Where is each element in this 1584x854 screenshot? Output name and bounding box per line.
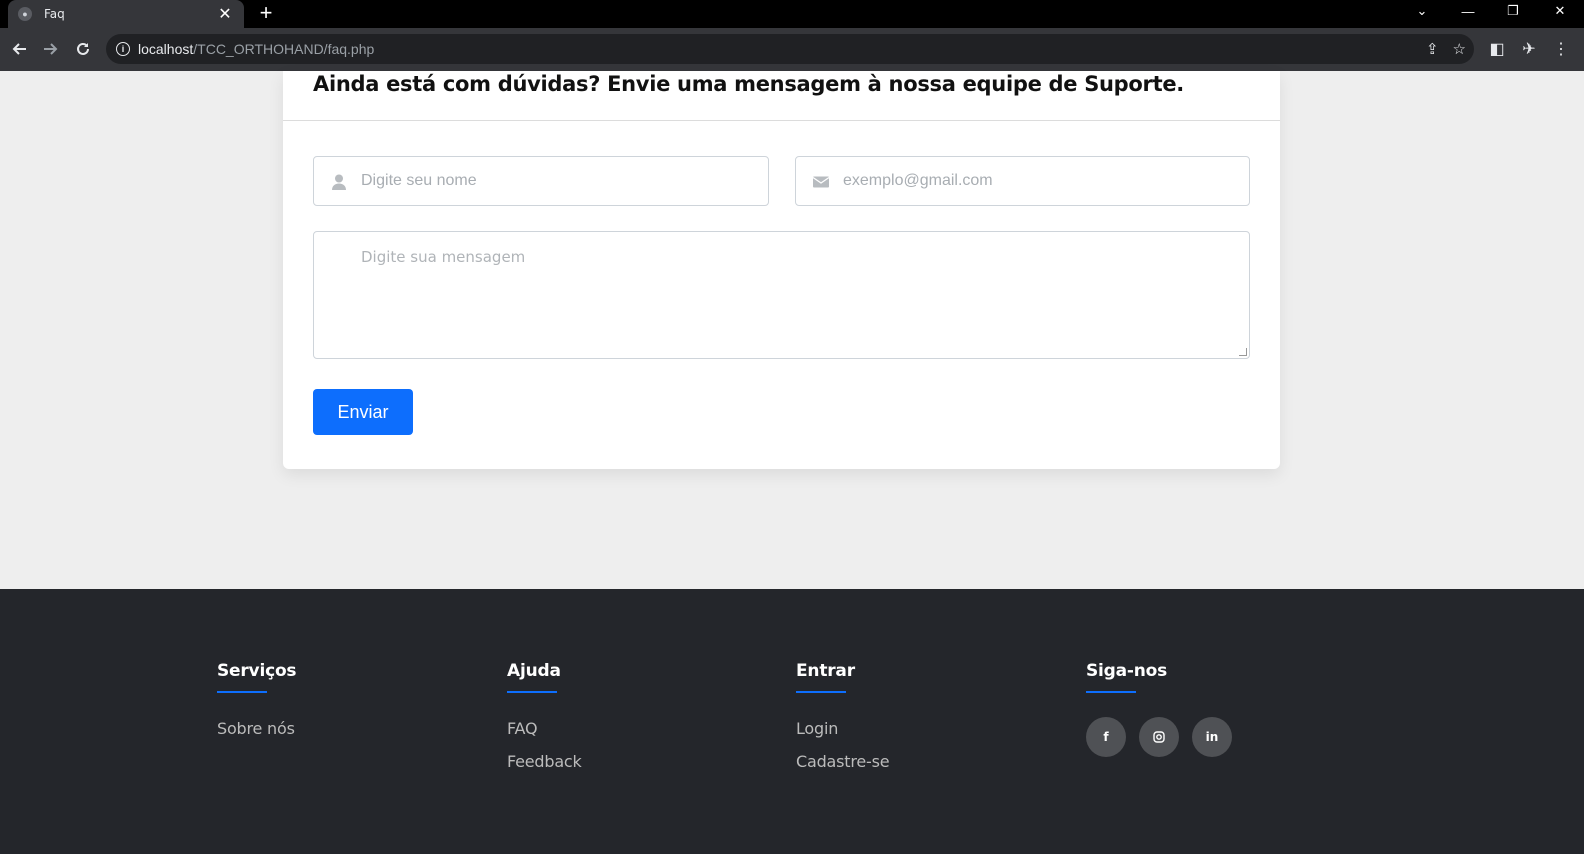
close-window-icon[interactable]: ✕ (1545, 0, 1575, 22)
new-tab-icon[interactable]: + (254, 1, 278, 25)
extension-icon[interactable]: ✈ (1518, 36, 1540, 62)
back-icon[interactable] (6, 36, 32, 62)
minimize-icon[interactable]: — (1453, 0, 1483, 22)
tab-search-icon[interactable]: ⌄ (1407, 0, 1437, 22)
browser-tabbar: ● Faq ✕ + ⌄ — ❐ ✕ (0, 0, 1584, 28)
heading-underline (796, 691, 846, 693)
social-links: f in (1086, 717, 1232, 757)
contact-title: Ainda está com dúvidas? Envie uma mensag… (313, 72, 1184, 96)
instagram-icon[interactable] (1139, 717, 1179, 757)
email-field[interactable] (795, 156, 1250, 206)
name-field[interactable] (313, 156, 769, 206)
footer-col-ajuda: Ajuda FAQ Feedback (507, 661, 582, 785)
footer: Serviços Sobre nós Ajuda FAQ Feedback En… (0, 589, 1584, 854)
footer-heading: Serviços (217, 661, 297, 681)
heading-underline (217, 691, 267, 693)
footer-link-cadastre-se[interactable]: Cadastre-se (796, 752, 890, 771)
footer-heading: Ajuda (507, 661, 561, 681)
message-field[interactable] (313, 231, 1250, 359)
user-icon (330, 173, 348, 191)
resize-handle-icon[interactable] (1239, 348, 1247, 356)
footer-heading: Siga-nos (1086, 661, 1168, 681)
footer-link-sobre-nos[interactable]: Sobre nós (217, 719, 296, 738)
address-bar[interactable]: i localhost /TCC_ORTHOHAND/faq.php ⇪ ☆ (106, 34, 1474, 64)
footer-col-entrar: Entrar Login Cadastre-se (796, 661, 890, 785)
envelope-icon (812, 173, 830, 191)
send-button[interactable]: Enviar (313, 389, 413, 435)
forward-icon[interactable] (38, 36, 64, 62)
tab-title: Faq (44, 7, 65, 21)
contact-card: Ainda está com dúvidas? Envie uma mensag… (283, 71, 1280, 469)
reload-icon[interactable] (70, 36, 96, 62)
url-host: localhost (138, 41, 194, 57)
footer-heading: Entrar (796, 661, 855, 681)
heading-underline (1086, 691, 1136, 693)
menu-kebab-icon[interactable]: ⋮ (1550, 36, 1572, 62)
favicon-icon: ● (18, 7, 32, 21)
side-panel-icon[interactable]: ◧ (1486, 36, 1508, 62)
tab-close-icon[interactable]: ✕ (216, 4, 234, 24)
browser-toolbar: i localhost /TCC_ORTHOHAND/faq.php ⇪ ☆ ◧… (0, 28, 1584, 71)
name-input[interactable] (361, 172, 741, 190)
browser-tab[interactable]: ● Faq ✕ (8, 0, 244, 28)
facebook-icon[interactable]: f (1086, 717, 1126, 757)
share-icon[interactable]: ⇪ (1426, 40, 1439, 58)
footer-col-siga-nos: Siga-nos f in (1086, 661, 1232, 757)
email-input[interactable] (843, 172, 1223, 190)
linkedin-icon[interactable]: in (1192, 717, 1232, 757)
footer-col-servicos: Serviços Sobre nós (217, 661, 297, 752)
site-info-icon[interactable]: i (116, 42, 130, 56)
bookmark-star-icon[interactable]: ☆ (1453, 40, 1466, 58)
footer-link-feedback[interactable]: Feedback (507, 752, 582, 771)
footer-link-login[interactable]: Login (796, 719, 889, 738)
restore-icon[interactable]: ❐ (1498, 0, 1528, 22)
url-path: /TCC_ORTHOHAND/faq.php (193, 41, 375, 57)
footer-link-faq[interactable]: FAQ (507, 719, 582, 738)
divider (283, 120, 1280, 121)
heading-underline (507, 691, 557, 693)
message-textarea[interactable] (361, 248, 1231, 348)
